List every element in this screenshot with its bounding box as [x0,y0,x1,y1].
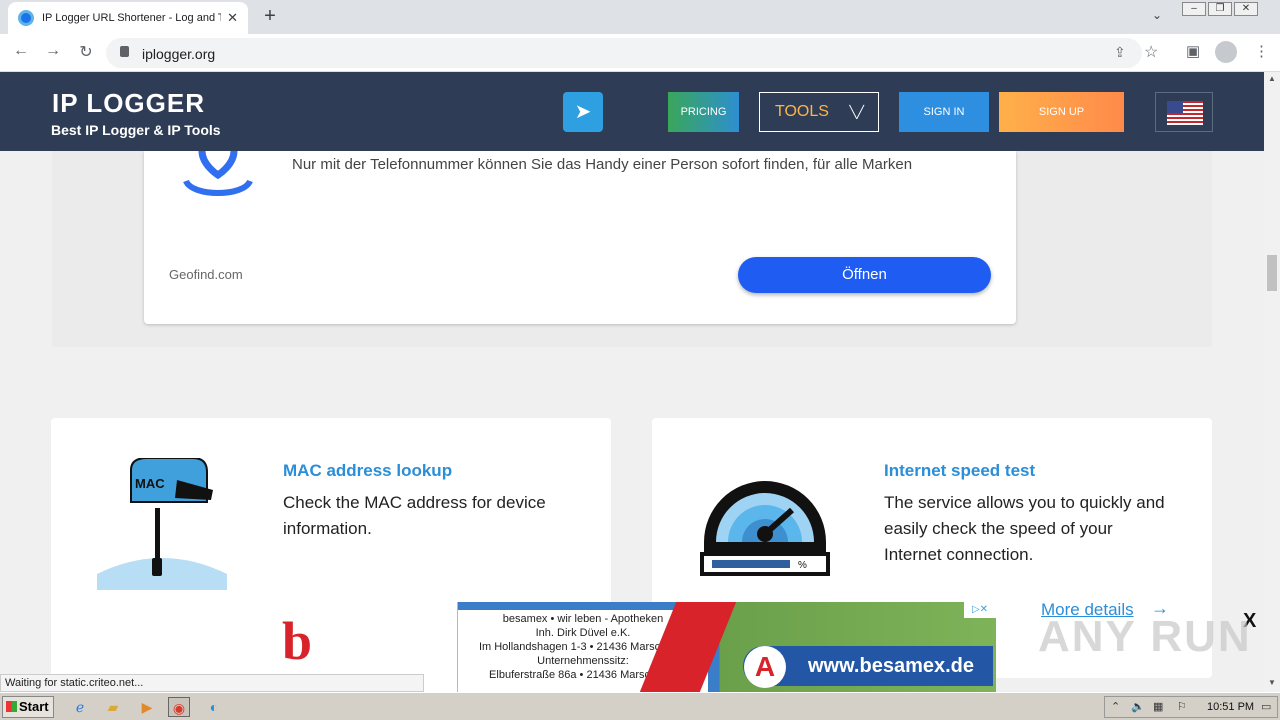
tab-title: IP Logger URL Shortener - Log and T [42,12,222,24]
us-flag-icon [1167,101,1203,125]
ad-text: Nur mit der Telefonnummer können Sie das… [292,156,913,173]
window-controls: – ❐ ✕ [1182,2,1258,16]
sign-up-button[interactable]: SIGN UP [999,92,1124,132]
close-window-icon[interactable]: ✕ [1234,2,1258,16]
chevron-down-icon: ╲╱ [849,105,864,119]
speedometer-icon: % [700,481,830,576]
status-bubble: Waiting for static.criteo.net... [0,674,424,692]
new-tab-button[interactable]: + [258,5,282,28]
open-button[interactable]: Öffnen [738,257,991,293]
tray-expand-icon[interactable]: ⌃ [1111,700,1120,713]
mailbox-label: MAC [135,476,165,491]
browser-tab-bar: IP Logger URL Shortener - Log and T ✕ + … [0,0,1280,34]
back-button[interactable]: ← [10,42,32,60]
lock-icon[interactable] [120,46,129,57]
reload-button[interactable]: ↻ [75,42,97,62]
language-selector[interactable] [1155,92,1213,132]
site-logo[interactable]: IP LOGGER [52,88,205,119]
ad-card[interactable]: Nur mit der Telefonnummer können Sie das… [144,151,1016,324]
edge-icon[interactable]: ◐ [203,697,225,717]
anyrun-watermark: ANY RUN [1038,612,1252,661]
scroll-down-icon[interactable]: ▼ [1268,678,1276,687]
start-button[interactable]: Start [2,696,54,718]
browser-tab[interactable]: IP Logger URL Shortener - Log and T ✕ [8,2,248,34]
page-scrollbar[interactable]: ▲ ▼ [1264,72,1280,692]
tools-dropdown[interactable]: TOOLS ╲╱ [759,92,879,132]
tab-close-icon[interactable]: ✕ [227,10,238,26]
site-tagline: Best IP Logger & IP Tools [51,122,221,138]
ie-icon[interactable]: ℯ [69,697,91,717]
bookmark-star-icon[interactable]: ☆ [1144,42,1158,62]
besamex-logo: b [282,611,313,671]
tools-label: TOOLS [775,103,829,120]
flag-icon[interactable]: ⚐ [1177,700,1187,713]
scroll-up-icon[interactable]: ▲ [1268,74,1276,83]
ad-source[interactable]: Geofind.com [169,267,243,282]
card-title[interactable]: Internet speed test [884,461,1035,481]
restore-icon[interactable]: ❐ [1208,2,1232,16]
browser-menu-icon[interactable]: ⋮ [1254,42,1269,60]
card-description: Check the MAC address for device informa… [283,493,546,538]
chrome-icon[interactable]: ◉ [168,697,190,717]
profile-avatar-icon[interactable] [1215,41,1237,63]
browser-toolbar: ← → ↻ iplogger.org ⇪ ☆ ▣ ⋮ [0,34,1280,72]
location-pin-icon [183,151,253,196]
show-desktop-icon[interactable]: ▭ [1261,700,1271,713]
adchoices-close-icon[interactable]: ▷✕ [964,602,996,618]
scroll-thumb[interactable] [1267,255,1277,291]
folder-icon[interactable]: ▰ [102,697,124,717]
minimize-icon[interactable]: – [1182,2,1206,16]
tab-search-chevron-icon[interactable]: ⌄ [1152,8,1162,22]
sign-in-button[interactable]: SIGN IN [899,92,989,132]
site-header: IP LOGGER Best IP Logger & IP Tools ➤ PR… [0,72,1264,151]
site-favicon-icon [18,10,34,26]
pricing-button[interactable]: PRICING [668,92,739,132]
address-bar[interactable]: iplogger.org ⇪ ☆ [106,38,1158,68]
gauge-percent-label: % [798,560,807,571]
windows-taskbar: Start ℯ ▰ ▶ ◉ ◐ ⌃ 🔈 ▦ ⚐ 10:51 PM ▭ [0,692,1280,720]
side-panel-icon[interactable]: ▣ [1186,42,1200,60]
network-icon[interactable]: ▦ [1153,700,1163,713]
card-description: The service allows you to quickly and ea… [884,493,1165,564]
volume-icon[interactable]: 🔈 [1131,700,1145,713]
telegram-icon[interactable]: ➤ [563,92,603,132]
mailbox-icon: MAC [97,458,232,590]
system-tray: ⌃ 🔈 ▦ ⚐ 10:51 PM ▭ [1104,696,1278,718]
forward-button[interactable]: → [42,42,64,60]
clock[interactable]: 10:51 PM [1207,701,1254,713]
card-title[interactable]: MAC address lookup [283,461,452,481]
url-text[interactable]: iplogger.org [142,46,215,62]
share-icon[interactable]: ⇪ [1114,44,1126,61]
media-player-icon[interactable]: ▶ [136,697,158,717]
apotheke-icon: A [744,646,786,688]
